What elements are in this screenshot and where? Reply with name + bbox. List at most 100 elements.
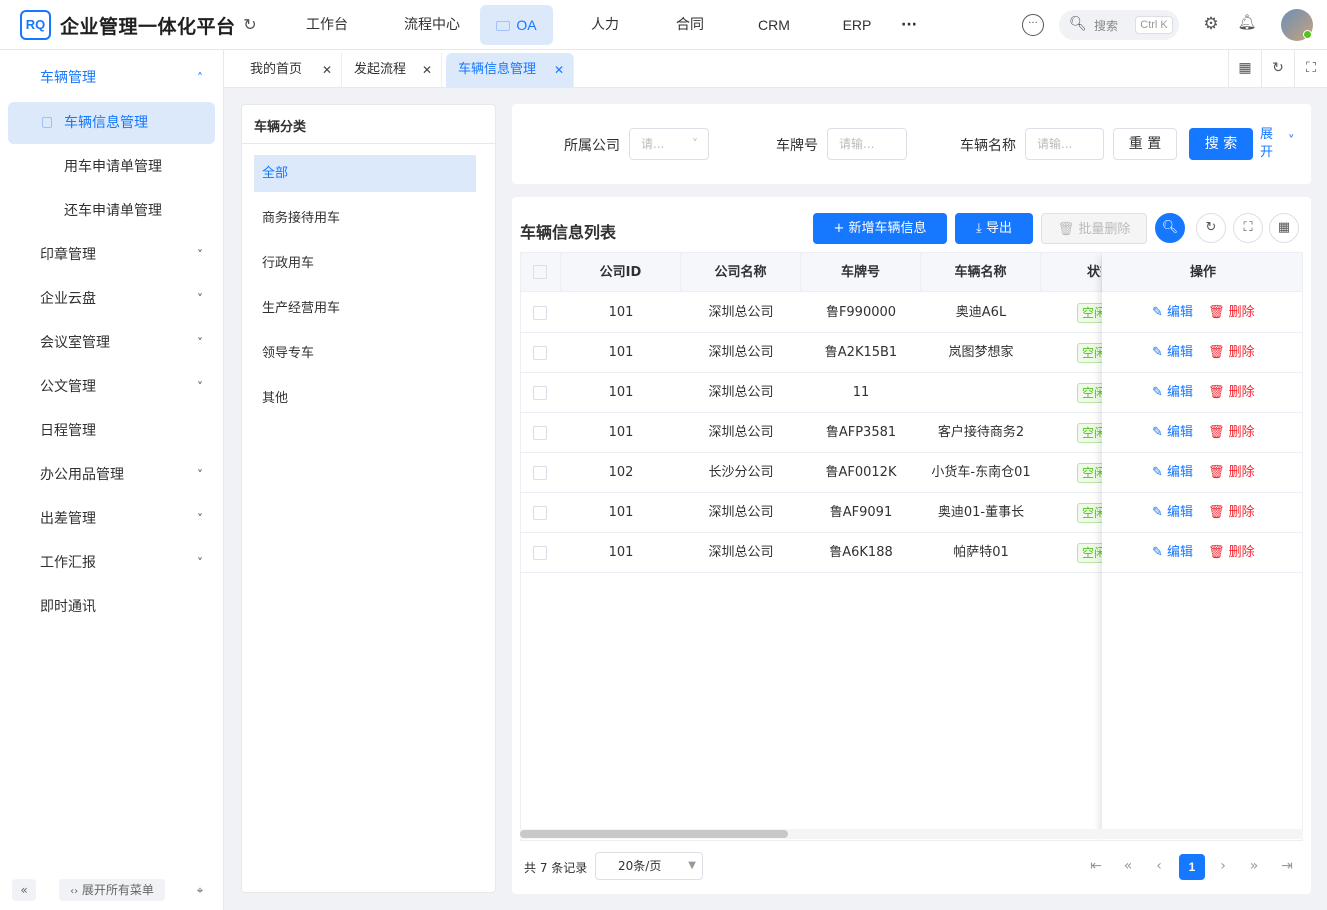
column-settings-icon[interactable]: ▦ — [1269, 213, 1299, 243]
delete-button[interactable]: 🗑︎ 删除 — [1208, 533, 1255, 573]
horizontal-scrollbar-thumb[interactable] — [520, 830, 788, 838]
delete-button[interactable]: 🗑︎ 删除 — [1208, 373, 1255, 413]
refresh-icon[interactable]: ↻ — [240, 15, 260, 34]
grid-icon[interactable]: ▦ — [1228, 50, 1261, 87]
nav-oa[interactable]: OA — [480, 5, 553, 45]
chevron-down-icon[interactable]: ˅ — [1288, 134, 1295, 149]
expand-all-menus-button[interactable]: ‹› 展开所有菜单 — [59, 879, 165, 901]
delete-button[interactable]: 🗑︎ 删除 — [1208, 333, 1255, 373]
sidebar-item-business-trip[interactable]: 出差管理 ˅ — [8, 498, 215, 540]
edit-button[interactable]: ✎ 编辑 — [1152, 453, 1193, 493]
pin-icon[interactable]: ⌖ — [188, 879, 212, 901]
column-header[interactable]: 状态 — [1041, 253, 1102, 292]
prev-five-pages-icon[interactable]: « — [1117, 855, 1139, 877]
delete-button[interactable]: 🗑︎ 删除 — [1208, 293, 1255, 333]
sidebar-item-meeting-room[interactable]: 会议室管理 ˅ — [8, 322, 215, 364]
sidebar-item-car-return[interactable]: 还车申请单管理 — [8, 190, 215, 232]
next-page-icon[interactable]: › — [1212, 855, 1234, 877]
category-title: 车辆分类 — [254, 120, 307, 135]
fullscreen-icon[interactable]: ⛶ — [1294, 50, 1327, 87]
row-checkbox[interactable] — [533, 506, 547, 520]
sidebar-item-vehicle-info[interactable]: 车辆信息管理 — [8, 102, 215, 144]
batch-delete-button[interactable]: 🗑︎ 批量删除 — [1041, 213, 1147, 244]
search-toggle-icon[interactable]: 🔍︎ — [1155, 213, 1185, 243]
category-item[interactable]: 生产经营用车 — [254, 290, 476, 327]
expand-filter-link[interactable]: 展开 — [1260, 126, 1274, 162]
operation-cell: ✎ 编辑 🗑︎ 删除 — [1102, 493, 1302, 533]
category-item[interactable]: 商务接待用车 — [254, 200, 476, 237]
search-button[interactable]: 搜 索 — [1189, 128, 1253, 160]
column-header[interactable]: 车辆名称 — [921, 253, 1041, 292]
category-item[interactable]: 行政用车 — [254, 245, 476, 282]
nav-hr[interactable]: 人力 — [578, 5, 632, 45]
plate-input[interactable]: 请输... — [827, 128, 907, 160]
next-five-pages-icon[interactable]: » — [1243, 855, 1265, 877]
edit-button[interactable]: ✎ 编辑 — [1152, 493, 1193, 533]
edit-button[interactable]: ✎ 编辑 — [1152, 373, 1193, 413]
table-cell-company: 深圳总公司 — [708, 345, 774, 360]
tab-vehicle-info[interactable]: 车辆信息管理 ✕ — [446, 53, 574, 88]
column-header[interactable]: 公司名称 — [681, 253, 801, 292]
first-page-icon[interactable]: ⇤ — [1085, 855, 1107, 877]
sidebar-item-schedule[interactable]: 日程管理 — [8, 410, 215, 452]
sidebar-item-vehicle-management[interactable]: 车辆管理 ˄ — [8, 57, 215, 99]
category-item[interactable]: 领导专车 — [254, 335, 476, 372]
global-search[interactable]: 🔍︎ 搜索 Ctrl K — [1059, 10, 1179, 40]
row-checkbox[interactable] — [533, 426, 547, 440]
sidebar-item-label: 车辆信息管理 — [64, 115, 148, 131]
category-item[interactable]: 其他 — [254, 380, 476, 417]
nav-workbench[interactable]: 工作台 — [290, 5, 364, 45]
close-icon[interactable]: ✕ — [322, 53, 332, 87]
column-header[interactable]: 车牌号 — [801, 253, 921, 292]
close-icon[interactable]: ✕ — [422, 53, 432, 87]
chat-icon[interactable]: ··· — [1022, 14, 1044, 36]
add-vehicle-button[interactable]: + 新增车辆信息 — [813, 213, 947, 244]
sidebar-item-seal[interactable]: 印章管理 ˅ — [8, 234, 215, 276]
last-page-icon[interactable]: ⇥ — [1276, 855, 1298, 877]
sidebar-item-car-request[interactable]: 用车申请单管理 — [8, 146, 215, 188]
delete-button[interactable]: 🗑︎ 删除 — [1208, 493, 1255, 533]
sidebar-item-cloud-disk[interactable]: 企业云盘 ˅ — [8, 278, 215, 320]
sidebar-item-documents[interactable]: 公文管理 ˅ — [8, 366, 215, 408]
refresh-tab-icon[interactable]: ↻ — [1261, 50, 1294, 87]
collapse-sidebar-button[interactable]: « — [12, 879, 36, 901]
category-item-all[interactable]: 全部 — [254, 155, 476, 192]
more-nav-button[interactable]: ··· — [896, 5, 922, 45]
tab-home[interactable]: 我的首页 ✕ — [238, 53, 342, 88]
export-button[interactable]: ⤓ 导出 — [955, 213, 1033, 244]
edit-button[interactable]: ✎ 编辑 — [1152, 533, 1193, 573]
refresh-icon[interactable]: ↻ — [1196, 213, 1226, 243]
sidebar-item-office-supplies[interactable]: 办公用品管理 ˅ — [8, 454, 215, 496]
vehicle-name-input[interactable]: 请输... — [1025, 128, 1104, 160]
column-header[interactable]: 公司ID — [561, 253, 681, 292]
fullscreen-icon[interactable]: ⛶ — [1233, 213, 1263, 243]
sidebar-item-work-report[interactable]: 工作汇报 ˅ — [8, 542, 215, 584]
bell-icon[interactable]: 🔔︎ — [1237, 13, 1257, 31]
sidebar-item-instant-messaging[interactable]: 即时通讯 — [8, 586, 215, 628]
row-checkbox[interactable] — [533, 466, 547, 480]
row-checkbox[interactable] — [533, 346, 547, 360]
row-checkbox[interactable] — [533, 546, 547, 560]
nav-process-center[interactable]: 流程中心 — [392, 5, 472, 45]
current-page[interactable]: 1 — [1179, 854, 1205, 880]
tab-start-process[interactable]: 发起流程 ✕ — [342, 53, 442, 88]
close-icon[interactable]: ✕ — [554, 53, 564, 87]
nav-erp[interactable]: ERP — [831, 5, 883, 45]
edit-label: 编辑 — [1167, 505, 1194, 520]
row-checkbox[interactable] — [533, 386, 547, 400]
nav-crm[interactable]: CRM — [746, 5, 802, 45]
nav-contract[interactable]: 合同 — [663, 5, 717, 45]
page-size-select[interactable]: 20条/页 ▼ — [595, 852, 703, 880]
edit-button[interactable]: ✎ 编辑 — [1152, 333, 1193, 373]
select-all-checkbox[interactable] — [533, 265, 547, 279]
reset-button[interactable]: 重 置 — [1113, 128, 1177, 160]
delete-button[interactable]: 🗑︎ 删除 — [1208, 413, 1255, 453]
batch-delete-label: 批量删除 — [1078, 222, 1131, 237]
edit-button[interactable]: ✎ 编辑 — [1152, 413, 1193, 453]
company-select[interactable]: 请... ˅ — [629, 128, 709, 160]
delete-button[interactable]: 🗑︎ 删除 — [1208, 453, 1255, 493]
gear-icon[interactable]: ⚙ — [1200, 14, 1222, 34]
prev-page-icon[interactable]: ‹ — [1148, 855, 1170, 877]
row-checkbox[interactable] — [533, 306, 547, 320]
edit-button[interactable]: ✎ 编辑 — [1152, 293, 1193, 333]
